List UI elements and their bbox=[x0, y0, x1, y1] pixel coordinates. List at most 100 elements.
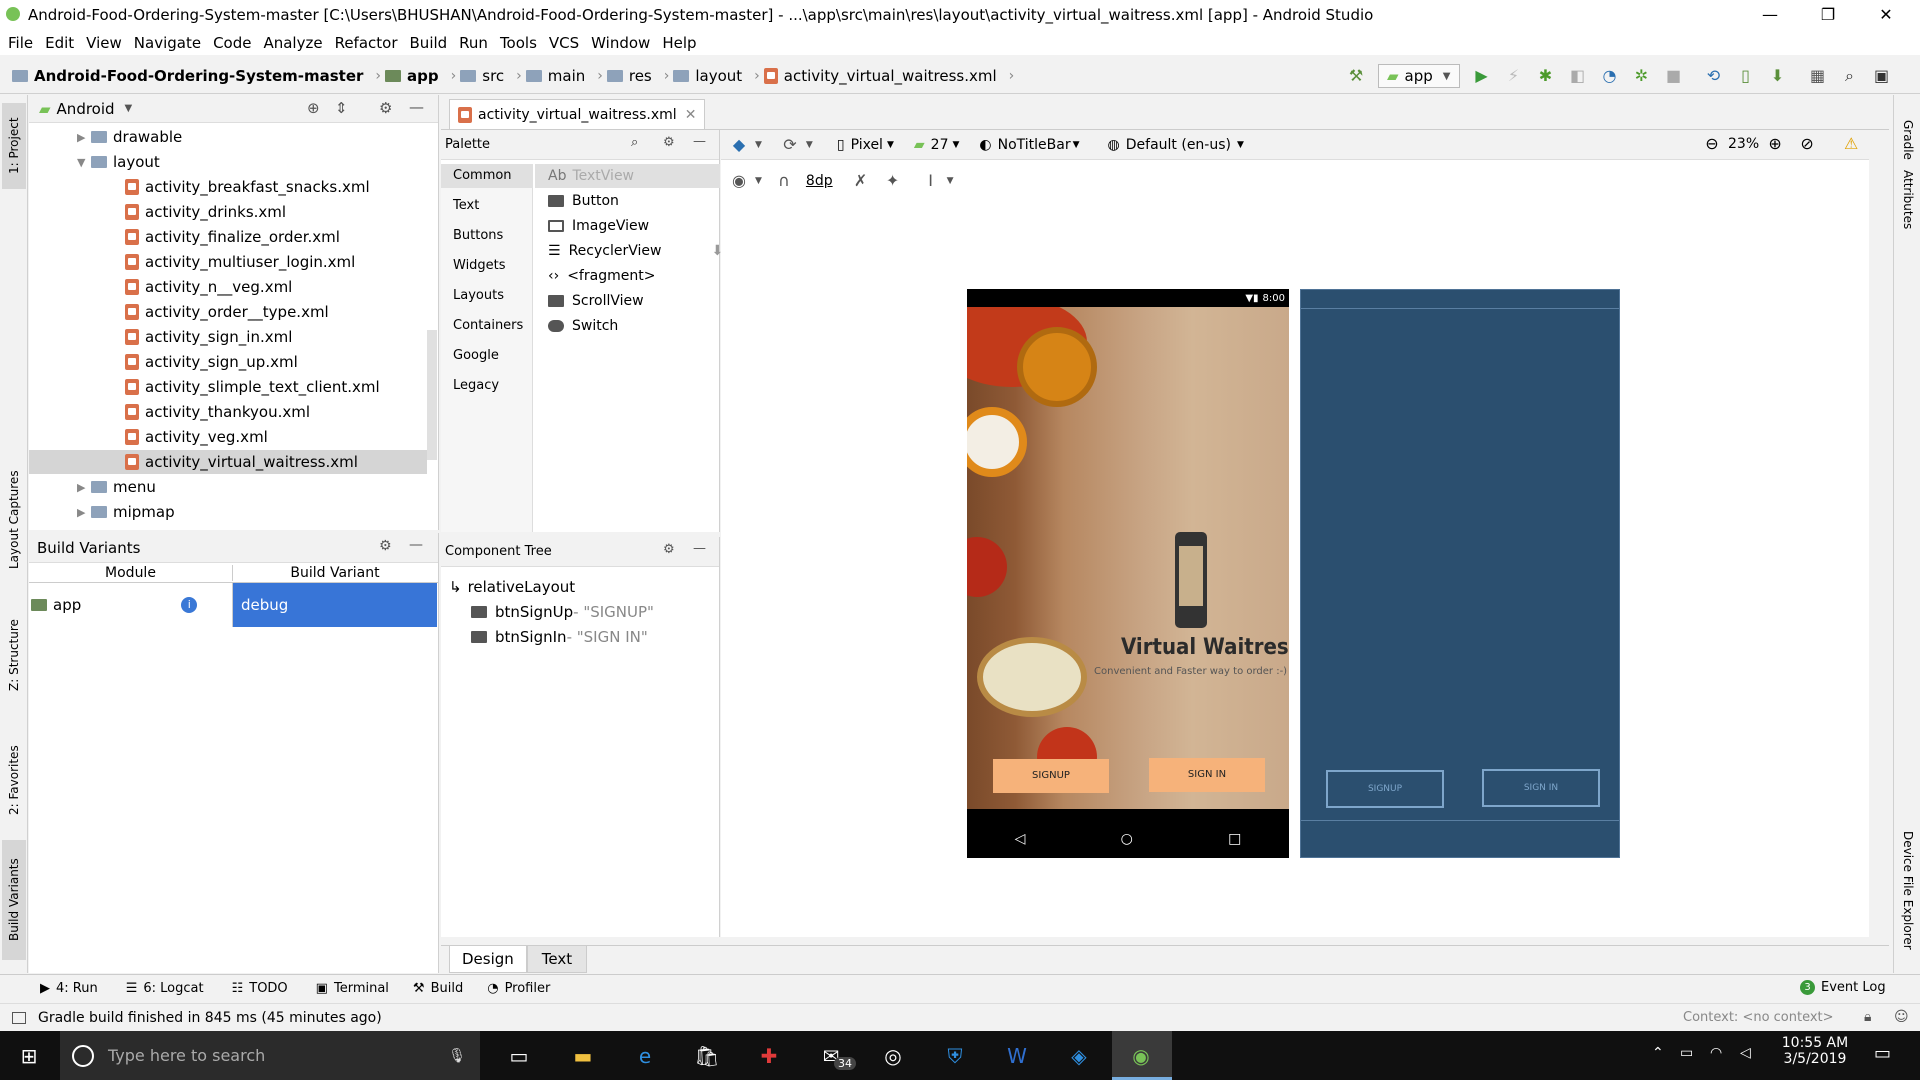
palette-item-scrollview[interactable]: ScrollView bbox=[548, 293, 644, 309]
tree-file[interactable]: activity_multiuser_login.xml bbox=[125, 250, 355, 274]
api-select[interactable]: ▰ 27 ▼ bbox=[914, 137, 960, 153]
android-studio-taskbar-button[interactable]: ◉ bbox=[1112, 1031, 1172, 1080]
recents-icon[interactable]: □ bbox=[1228, 831, 1241, 847]
gear-icon[interactable]: ⚙ bbox=[379, 538, 392, 554]
debug-icon[interactable]: ✱ bbox=[1536, 66, 1556, 86]
phone-preview[interactable]: ▼▮ 8:00 Virtual Waitress Convenient and … bbox=[967, 289, 1289, 858]
locale-select[interactable]: ◍ Default (en-us) ▼ bbox=[1108, 137, 1244, 153]
tab-text[interactable]: Text bbox=[526, 945, 588, 973]
gear-icon[interactable]: ⚙ bbox=[379, 99, 392, 117]
tool-profiler[interactable]: ◔ Profiler bbox=[487, 981, 550, 996]
sdk-manager-icon[interactable]: ⬇ bbox=[1768, 66, 1788, 86]
default-margin-select[interactable]: 8dp bbox=[806, 173, 833, 189]
hammer-icon[interactable]: ⚒ bbox=[1346, 66, 1366, 86]
avd-manager-icon[interactable]: ▯ bbox=[1736, 66, 1756, 86]
attach-debugger-icon[interactable]: ✲ bbox=[1632, 66, 1652, 86]
minimize-panel-icon[interactable]: — bbox=[409, 98, 424, 116]
run-config-select[interactable]: ▰ app ▼ bbox=[1378, 64, 1460, 88]
tree-folder-mipmap[interactable]: ▶ mipmap bbox=[77, 500, 175, 524]
store-icon[interactable]: 🛍︎ bbox=[690, 1039, 724, 1073]
guidelines-icon[interactable]: I bbox=[921, 171, 941, 191]
menu-help[interactable]: Help bbox=[662, 34, 696, 52]
design-canvas[interactable] bbox=[721, 130, 1869, 937]
signin-button[interactable]: SIGN IN bbox=[1149, 758, 1265, 792]
project-structure-icon[interactable]: ▦ bbox=[1808, 66, 1828, 86]
device-select[interactable]: ▯ Pixel ▼ bbox=[837, 137, 894, 153]
category-containers[interactable]: Containers bbox=[453, 318, 523, 333]
device-file-explorer-tab[interactable]: Device File Explorer bbox=[1896, 815, 1920, 965]
magnet-icon[interactable]: ∩ bbox=[774, 171, 794, 191]
file-explorer-icon[interactable]: ▬ bbox=[566, 1039, 600, 1073]
minimize-button[interactable]: — bbox=[1742, 0, 1798, 30]
breadcrumb-main[interactable]: main bbox=[525, 67, 585, 85]
layout-captures-tab[interactable]: Layout Captures bbox=[2, 465, 26, 575]
menu-window[interactable]: Window bbox=[591, 34, 650, 52]
notifications-icon[interactable]: ▭ bbox=[1874, 1043, 1891, 1064]
tool-terminal[interactable]: ▣ Terminal bbox=[316, 981, 389, 996]
volume-icon[interactable]: ◁ bbox=[1740, 1045, 1751, 1061]
component-btnsignup[interactable]: btnSignUp - "SIGNUP" bbox=[471, 600, 654, 624]
blueprint-signup-button[interactable]: SIGNUP bbox=[1326, 770, 1444, 808]
favorites-tab[interactable]: 2: Favorites bbox=[2, 735, 26, 825]
palette-item-textview[interactable]: Ab TextView bbox=[548, 168, 634, 184]
gift-icon[interactable]: ✚ bbox=[752, 1039, 786, 1073]
taskbar-search[interactable]: Type here to search 🎙︎ bbox=[60, 1031, 480, 1080]
category-widgets[interactable]: Widgets bbox=[453, 258, 506, 273]
breadcrumb-file[interactable]: activity_virtual_waitress.xml bbox=[763, 67, 997, 85]
variant-select[interactable]: debug bbox=[233, 583, 437, 627]
minimize-panel-icon[interactable]: — bbox=[409, 537, 423, 553]
wifi-icon[interactable]: ◠ bbox=[1710, 1045, 1722, 1061]
minimize-panel-icon[interactable]: — bbox=[693, 541, 706, 556]
stop-icon[interactable]: ■ bbox=[1664, 66, 1684, 86]
media-player-icon[interactable]: ◎ bbox=[876, 1039, 910, 1073]
back-icon[interactable]: ◁ bbox=[1015, 831, 1026, 847]
word-icon[interactable]: W bbox=[1000, 1039, 1034, 1073]
tree-file[interactable]: activity_veg.xml bbox=[125, 425, 268, 449]
tray-chevron-icon[interactable]: ⌃ bbox=[1652, 1045, 1664, 1061]
component-root[interactable]: ↳ relativeLayout bbox=[449, 575, 575, 599]
tree-file[interactable]: activity_thankyou.xml bbox=[125, 400, 310, 424]
tool-todo[interactable]: ☷ TODO bbox=[232, 981, 288, 996]
category-buttons[interactable]: Buttons bbox=[453, 228, 503, 243]
tree-file[interactable]: activity_sign_up.xml bbox=[125, 350, 298, 374]
search-icon[interactable]: ⌕ bbox=[631, 135, 638, 150]
gear-icon[interactable]: ⚙ bbox=[663, 135, 675, 150]
category-legacy[interactable]: Legacy bbox=[453, 378, 499, 393]
blueprint-signin-button[interactable]: SIGN IN bbox=[1482, 769, 1600, 807]
menu-analyze[interactable]: Analyze bbox=[263, 34, 322, 52]
breadcrumb-layout[interactable]: layout bbox=[673, 67, 742, 85]
category-text[interactable]: Text bbox=[453, 198, 479, 213]
menu-code[interactable]: Code bbox=[213, 34, 251, 52]
menu-file[interactable]: File bbox=[8, 34, 33, 52]
menu-vcs[interactable]: VCS bbox=[549, 34, 579, 52]
table-row[interactable]: app i debug bbox=[29, 583, 438, 627]
zoom-in-icon[interactable]: ⊕ bbox=[1765, 134, 1785, 154]
menu-refactor[interactable]: Refactor bbox=[335, 34, 398, 52]
infer-constraints-icon[interactable]: ✦ bbox=[883, 171, 903, 191]
info-icon[interactable]: i bbox=[181, 597, 198, 613]
menu-edit[interactable]: Edit bbox=[45, 34, 74, 52]
microphone-icon[interactable]: 🎙︎ bbox=[448, 1048, 466, 1064]
zoom-fit-icon[interactable]: ⊘ bbox=[1797, 134, 1817, 154]
settings-icon[interactable]: ▣ bbox=[1872, 66, 1892, 86]
event-log-button[interactable]: 3 Event Log bbox=[1800, 980, 1886, 995]
category-layouts[interactable]: Layouts bbox=[453, 288, 504, 303]
tab-activity-virtual-waitress[interactable]: activity_virtual_waitress.xml ✕ bbox=[449, 99, 706, 129]
tool-run[interactable]: ▶ 4: Run bbox=[40, 981, 98, 996]
tree-file[interactable]: activity_slimple_text_client.xml bbox=[125, 375, 380, 399]
tree-file[interactable]: activity_finalize_order.xml bbox=[125, 225, 340, 249]
blueprint-preview[interactable]: SIGNUP SIGN IN bbox=[1300, 289, 1620, 858]
minimize-panel-icon[interactable]: — bbox=[693, 134, 706, 149]
eye-icon[interactable]: ◉ bbox=[729, 171, 749, 191]
inspector-icon[interactable]: ☺ bbox=[1894, 1009, 1909, 1025]
app-icon[interactable]: ◈ bbox=[1062, 1039, 1096, 1073]
breadcrumb-app[interactable]: app bbox=[385, 67, 439, 85]
menu-build[interactable]: Build bbox=[410, 34, 448, 52]
palette-item-fragment[interactable]: ‹› <fragment> bbox=[548, 268, 655, 284]
structure-tab[interactable]: Z: Structure bbox=[2, 605, 26, 705]
palette-item-imageview[interactable]: ImageView bbox=[548, 218, 649, 234]
menu-view[interactable]: View bbox=[86, 34, 122, 52]
task-view-icon[interactable]: ▭ bbox=[502, 1039, 536, 1073]
security-icon[interactable]: ⛨ bbox=[938, 1039, 972, 1073]
lock-icon[interactable]: 🔒︎ bbox=[1864, 1009, 1871, 1025]
